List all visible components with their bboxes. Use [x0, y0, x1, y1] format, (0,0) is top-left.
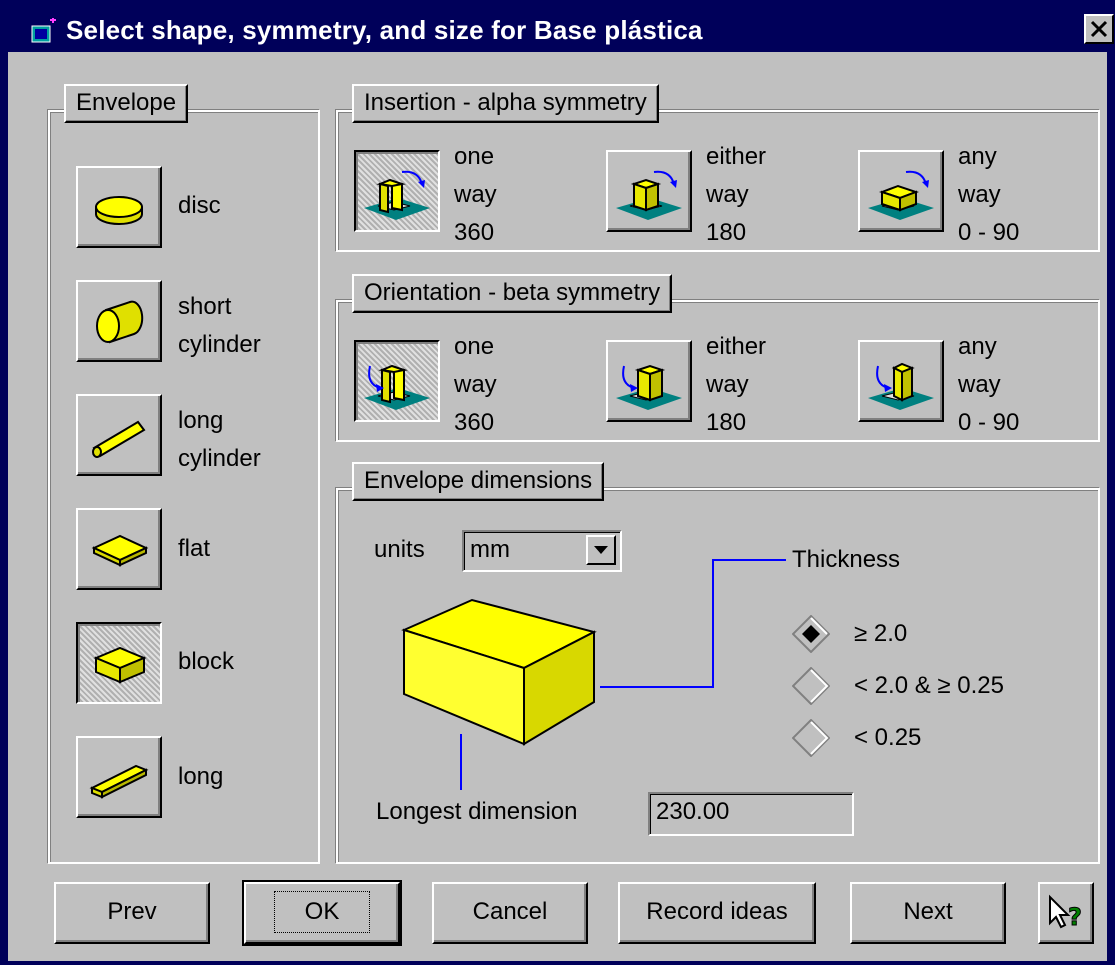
- insertion-any-way-icon: [868, 170, 934, 220]
- next-button[interactable]: Next: [850, 882, 1006, 944]
- long-cylinder-icon: [92, 420, 146, 458]
- beta-either-way-button[interactable]: [606, 340, 692, 422]
- dropdown-arrow-icon: [594, 546, 608, 554]
- record-ideas-button[interactable]: Record ideas: [618, 882, 816, 944]
- alpha-any-way-button[interactable]: [858, 150, 944, 232]
- insertion-either-way-icon: [616, 170, 682, 220]
- thickness-radio-0[interactable]: [792, 615, 830, 653]
- prev-button[interactable]: Prev: [54, 882, 210, 944]
- beta-any-way-button[interactable]: [858, 340, 944, 422]
- short-cylinder-icon: [96, 300, 144, 344]
- cancel-button[interactable]: Cancel: [432, 882, 588, 944]
- shape-short-cylinder-label: short cylinder: [178, 293, 261, 358]
- orientation-one-way-icon: [364, 364, 430, 410]
- thickness-option-0-label: ≥ 2.0: [854, 620, 908, 647]
- dialog-client-area: Envelope disc short cylinder long cylinder: [8, 52, 1107, 961]
- alpha-any-way-label: any way 0 - 90: [958, 143, 1020, 246]
- long-bar-icon: [89, 764, 149, 799]
- app-icon: [31, 18, 56, 43]
- orientation-any-way-icon: [868, 362, 934, 410]
- context-help-button[interactable]: ?: [1038, 882, 1094, 944]
- context-help-icon: ?: [1049, 894, 1082, 932]
- shape-flat-label: flat: [178, 535, 211, 562]
- thickness-radio-2[interactable]: [792, 719, 830, 757]
- shape-block-button[interactable]: [76, 622, 162, 704]
- shape-long-cylinder-button[interactable]: [76, 394, 162, 476]
- shape-disc-button[interactable]: [76, 166, 162, 248]
- envelope-group-label: Envelope: [64, 84, 189, 123]
- beta-any-way-label: any way 0 - 90: [958, 333, 1020, 436]
- beta-either-way-label: either way 180: [706, 333, 767, 436]
- svg-text:?: ?: [1068, 903, 1082, 931]
- beta-one-way-label: one way 360: [454, 333, 497, 436]
- longest-dimension-input[interactable]: 230.00: [648, 792, 854, 836]
- shape-block-label: block: [178, 648, 235, 675]
- alpha-either-way-button[interactable]: [606, 150, 692, 232]
- beta-one-way-button[interactable]: [354, 340, 440, 422]
- ok-button[interactable]: OK: [242, 880, 402, 946]
- title-bar[interactable]: Select shape, symmetry, and size for Bas…: [8, 6, 1114, 52]
- block-icon: [93, 646, 147, 684]
- close-button[interactable]: [1084, 14, 1114, 44]
- thickness-label: Thickness: [792, 546, 901, 573]
- alpha-either-way-label: either way 180: [706, 143, 767, 246]
- orientation-either-way-icon: [616, 364, 682, 410]
- flat-icon: [91, 534, 149, 567]
- longest-dimension-label: Longest dimension: [376, 798, 578, 825]
- units-label: units: [374, 536, 425, 563]
- thickness-option-2-label: < 0.25: [854, 724, 922, 751]
- alpha-symmetry-label: Insertion - alpha symmetry: [352, 84, 659, 123]
- shape-short-cylinder-button[interactable]: [76, 280, 162, 362]
- thickness-radio-1[interactable]: [792, 667, 830, 705]
- thickness-option-1-label: < 2.0 & ≥ 0.25: [854, 672, 1004, 699]
- disc-icon: [95, 196, 143, 225]
- beta-symmetry-label: Orientation - beta symmetry: [352, 274, 673, 313]
- thickness-leader-vertical: [712, 559, 714, 688]
- block-dimension-illustration: [401, 598, 597, 746]
- window-title: Select shape, symmetry, and size for Bas…: [66, 15, 703, 45]
- shape-long-label: long: [178, 763, 224, 790]
- insertion-one-way-icon: [364, 170, 430, 220]
- shape-long-cylinder-label: long cylinder: [178, 407, 261, 472]
- units-dropdown-button[interactable]: [586, 535, 616, 565]
- dialog-window: Select shape, symmetry, and size for Bas…: [0, 0, 1115, 965]
- thickness-leader-top: [712, 559, 786, 561]
- close-icon: [1090, 20, 1108, 38]
- alpha-one-way-button[interactable]: [354, 150, 440, 232]
- longest-dimension-value: 230.00: [656, 798, 730, 825]
- units-select[interactable]: mm: [462, 530, 622, 572]
- longest-leader-line: [460, 734, 462, 790]
- shape-flat-button[interactable]: [76, 508, 162, 590]
- units-value: mm: [470, 536, 510, 563]
- envelope-dimensions-label: Envelope dimensions: [352, 462, 605, 501]
- shape-long-button[interactable]: [76, 736, 162, 818]
- shape-disc-label: disc: [178, 192, 221, 219]
- ok-button-label: OK: [273, 891, 371, 933]
- thickness-leader-horizontal: [600, 686, 714, 688]
- alpha-one-way-label: one way 360: [454, 143, 497, 246]
